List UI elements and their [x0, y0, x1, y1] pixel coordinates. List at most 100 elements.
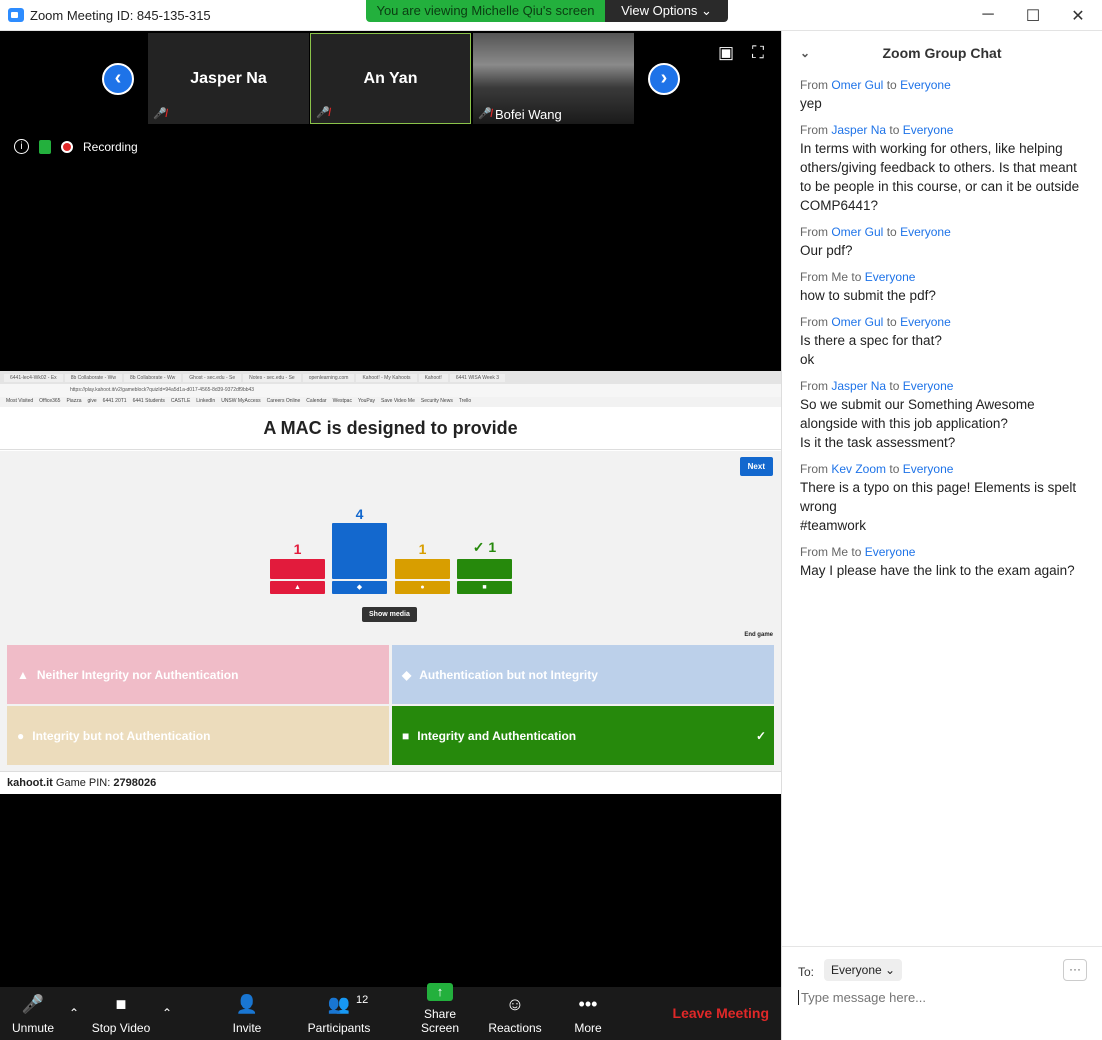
- reactions-label: Reactions: [488, 1021, 542, 1035]
- bookmark[interactable]: Office365: [39, 398, 60, 406]
- bookmark[interactable]: Most Visited: [6, 398, 33, 406]
- share-screen-button[interactable]: ↑ Share Screen: [406, 979, 474, 1035]
- bookmark[interactable]: CASTLE: [171, 398, 190, 406]
- answer-option: ● Integrity but not Authentication: [7, 706, 389, 765]
- bookmark[interactable]: YouPay: [358, 398, 375, 406]
- close-button[interactable]: ✕: [1063, 6, 1093, 26]
- result-bar: [395, 559, 450, 579]
- from-word: From: [800, 78, 828, 92]
- diamond-icon: ◆: [332, 581, 387, 594]
- browser-tab[interactable]: Notes - sec.edu - Se: [243, 373, 301, 382]
- sender[interactable]: Jasper Na: [831, 379, 886, 393]
- chat-title: Zoom Group Chat: [882, 45, 1002, 61]
- participant-tile[interactable]: 🎤̸ Bofei Wang: [473, 33, 634, 124]
- fullscreen-icon[interactable]: ⛶: [752, 43, 764, 63]
- check-icon: ✓: [755, 728, 766, 743]
- chat-composer: To: Everyone ⌄ ···: [782, 946, 1102, 1040]
- prev-participants-button[interactable]: ‹: [102, 63, 134, 95]
- recipient: Everyone: [900, 225, 951, 239]
- chat-message: From Omer Gul to Everyone yep: [800, 78, 1084, 113]
- viewing-label: You are viewing Michelle Qiu's screen: [366, 0, 605, 22]
- layout-toggle-icon[interactable]: ▣: [718, 43, 734, 63]
- chat-message: From Kev Zoom to Everyone There is a typ…: [800, 462, 1084, 535]
- participant-tile[interactable]: An Yan 🎤̸: [310, 33, 471, 124]
- bookmark[interactable]: Save Video Me: [381, 398, 415, 406]
- participant-name: Bofei Wang: [495, 107, 562, 122]
- leave-meeting-button[interactable]: Leave Meeting: [673, 1005, 769, 1021]
- chat-messages: From Omer Gul to Everyone yep From Jaspe…: [782, 75, 1102, 593]
- browser-tab[interactable]: 6441-lec4-Wk02 - Ex: [4, 373, 63, 382]
- video-options-icon[interactable]: ⌃: [159, 1006, 175, 1020]
- sender: Me: [831, 545, 849, 559]
- from-word: From: [800, 545, 828, 559]
- invite-button[interactable]: 👤 Invite: [226, 993, 268, 1035]
- message-text: Our pdf?: [800, 243, 853, 258]
- message-text: In terms with working for others, like h…: [800, 141, 1080, 213]
- chat-header: ⌄ Zoom Group Chat: [782, 31, 1102, 75]
- sender[interactable]: Omer Gul: [831, 315, 883, 329]
- message-input[interactable]: [798, 990, 1088, 1005]
- next-participants-button[interactable]: ›: [648, 63, 680, 95]
- browser-tab[interactable]: 8b Collaborate - Ww: [64, 373, 122, 382]
- minimize-button[interactable]: ─: [973, 6, 1003, 24]
- chat-message: From Me to Everyone May I please have th…: [800, 545, 1084, 580]
- browser-tab[interactable]: 6441 WISA Week 3: [449, 373, 506, 382]
- bookmark[interactable]: 6441 Students: [133, 398, 165, 406]
- answer-text: Integrity but not Authentication: [32, 728, 211, 743]
- chevron-down-icon[interactable]: ⌄: [800, 31, 810, 75]
- recording-label: Recording: [83, 139, 138, 154]
- participants-label: Participants: [307, 1021, 371, 1035]
- bookmark[interactable]: Security News: [421, 398, 453, 406]
- browser-tab[interactable]: Kahoot! - My Kahoots: [356, 373, 417, 382]
- reactions-button[interactable]: ☺ Reactions: [488, 993, 542, 1035]
- bookmark[interactable]: Trello: [459, 398, 471, 406]
- from-word: From: [800, 270, 828, 284]
- bookmark[interactable]: UNSW MyAccess: [221, 398, 260, 406]
- to-word: to: [886, 225, 897, 239]
- browser-tab[interactable]: Ghost - sec.edu - Se: [183, 373, 242, 382]
- more-button[interactable]: ••• More: [572, 993, 604, 1035]
- browser-tab[interactable]: openlearning.com: [302, 373, 355, 382]
- sender[interactable]: Omer Gul: [831, 225, 883, 239]
- message-text: So we submit our Something Awesome along…: [800, 397, 1035, 450]
- square-icon: ■: [402, 728, 410, 743]
- next-button[interactable]: Next: [739, 457, 773, 476]
- lock-icon[interactable]: [39, 139, 51, 154]
- from-word: From: [800, 462, 828, 476]
- browser-tab[interactable]: Kahoot!: [418, 373, 448, 382]
- game-pin-label: Game PIN:: [55, 777, 111, 789]
- stop-video-button[interactable]: ■ Stop Video: [90, 993, 152, 1035]
- sender[interactable]: Omer Gul: [831, 78, 883, 92]
- view-options-button[interactable]: View Options ⌄: [605, 0, 728, 22]
- unmute-button[interactable]: 🎤 Unmute: [10, 993, 56, 1035]
- bookmark[interactable]: Piazza: [66, 398, 81, 406]
- bookmark[interactable]: LinkedIn: [196, 398, 215, 406]
- bookmark[interactable]: Careers Online: [267, 398, 301, 406]
- sender[interactable]: Jasper Na: [831, 123, 886, 137]
- from-word: From: [800, 225, 828, 239]
- participant-tile[interactable]: Jasper Na 🎤̸: [148, 33, 309, 124]
- bookmark[interactable]: 6441 20T1: [103, 398, 127, 406]
- unmute-label: Unmute: [11, 1021, 55, 1035]
- audio-options-icon[interactable]: ⌃: [66, 1006, 82, 1020]
- bookmark[interactable]: Westpac: [333, 398, 352, 406]
- maximize-button[interactable]: ☐: [1018, 6, 1048, 26]
- sender[interactable]: Kev Zoom: [831, 462, 886, 476]
- end-game-button[interactable]: End game: [744, 632, 773, 638]
- show-media-button[interactable]: Show media: [362, 607, 417, 622]
- chat-more-button[interactable]: ···: [1063, 959, 1087, 981]
- info-icon[interactable]: i: [14, 139, 29, 154]
- recipient-select[interactable]: Everyone ⌄: [824, 959, 903, 981]
- result-count: 1: [418, 541, 427, 557]
- bookmark[interactable]: give: [87, 398, 96, 406]
- message-text: how to submit the pdf?: [800, 288, 936, 303]
- message-text: Is there a spec for that? ok: [800, 333, 942, 367]
- to-word: to: [889, 462, 900, 476]
- url-bar[interactable]: https://play.kahoot.it/v2/gameblock?quiz…: [0, 384, 781, 397]
- recipient: Everyone: [902, 379, 954, 393]
- to-word: to: [851, 270, 862, 284]
- browser-tab[interactable]: 8b Collaborate - Ww: [123, 373, 182, 382]
- bookmark[interactable]: Calendar: [306, 398, 326, 406]
- zoom-logo-icon: [8, 8, 24, 22]
- browser-tabs: 6441-lec4-Wk02 - Ex 8b Collaborate - Ww …: [0, 371, 781, 384]
